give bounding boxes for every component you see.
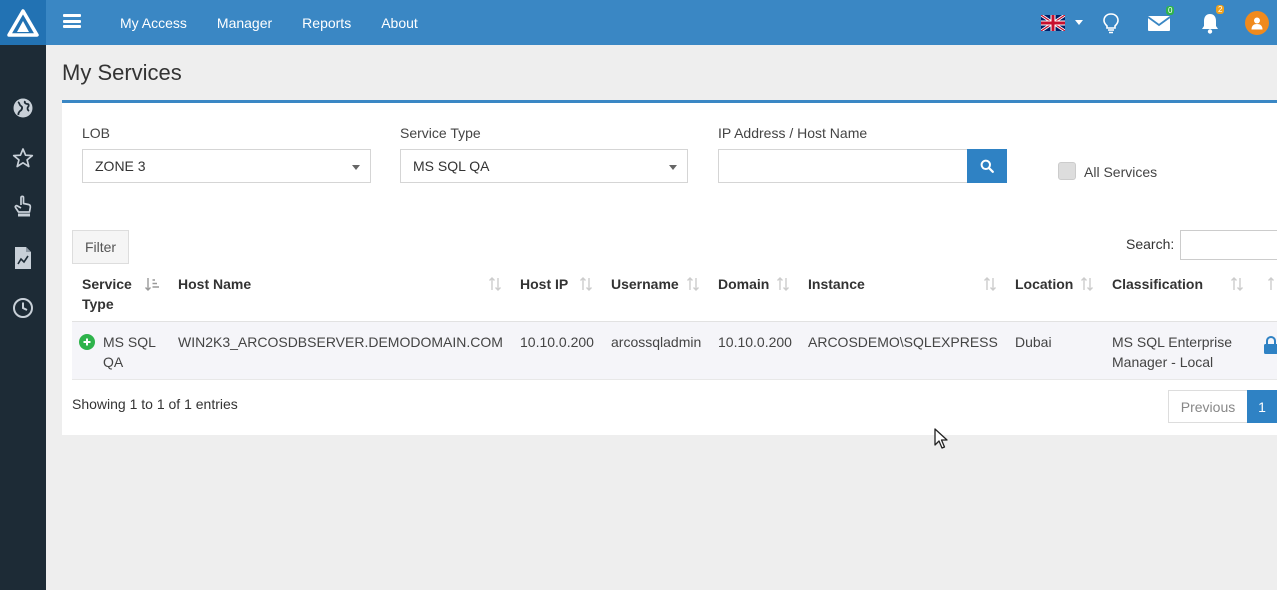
lightbulb-icon bbox=[1103, 12, 1119, 33]
app-logo[interactable] bbox=[0, 0, 46, 45]
messages-button[interactable]: 0 bbox=[1146, 0, 1175, 45]
notifications-button[interactable]: 2 bbox=[1198, 0, 1225, 45]
column-header-username[interactable]: Username bbox=[601, 266, 708, 322]
column-header-actions[interactable] bbox=[1252, 266, 1277, 322]
table-search-label: Search: bbox=[1126, 236, 1175, 252]
lob-label: LOB bbox=[82, 125, 111, 141]
pagination-info: Showing 1 to 1 of 1 entries bbox=[72, 396, 238, 412]
sort-asc-icon bbox=[145, 278, 159, 291]
sort-icon bbox=[1268, 277, 1274, 290]
user-menu[interactable] bbox=[1244, 0, 1270, 45]
sort-icon bbox=[777, 277, 789, 291]
clock-icon bbox=[13, 298, 33, 318]
nav-manager[interactable]: Manager bbox=[202, 15, 287, 31]
logo-triangle-icon bbox=[7, 8, 39, 37]
sidebar-item-globe[interactable] bbox=[0, 93, 46, 123]
lob-select-value: ZONE 3 bbox=[95, 158, 146, 174]
notification-count-badge: 2 bbox=[1216, 5, 1225, 14]
column-header-host-ip[interactable]: Host IP bbox=[510, 266, 601, 322]
all-services-checkbox[interactable] bbox=[1058, 162, 1076, 180]
table-search-input[interactable] bbox=[1180, 230, 1277, 260]
ip-host-label: IP Address / Host Name bbox=[718, 125, 868, 141]
caret-down-icon bbox=[669, 165, 677, 170]
sort-icon bbox=[687, 277, 699, 291]
sort-icon bbox=[489, 277, 501, 291]
ip-host-input[interactable] bbox=[718, 149, 968, 183]
tips-button[interactable] bbox=[1100, 0, 1122, 45]
search-button[interactable] bbox=[967, 149, 1007, 183]
nav-reports[interactable]: Reports bbox=[287, 15, 366, 31]
document-chart-icon bbox=[15, 247, 31, 269]
service-type-label: Service Type bbox=[400, 125, 481, 141]
sidebar-item-request[interactable] bbox=[0, 191, 46, 221]
header-actions: 0 2 bbox=[1020, 0, 1277, 45]
globe-icon bbox=[13, 98, 33, 118]
sidebar-item-reports[interactable] bbox=[0, 243, 46, 273]
top-navbar: My Access Manager Reports About 0 2 bbox=[0, 0, 1277, 45]
page-title: My Services bbox=[62, 60, 182, 85]
sidebar-item-history[interactable] bbox=[0, 293, 46, 323]
caret-down-icon bbox=[352, 165, 360, 170]
lob-select[interactable]: ZONE 3 bbox=[82, 149, 371, 183]
avatar bbox=[1245, 10, 1269, 35]
column-header-domain[interactable]: Domain bbox=[708, 266, 798, 322]
sort-icon bbox=[984, 277, 996, 291]
sidebar bbox=[0, 45, 46, 590]
previous-page-button[interactable]: Previous bbox=[1168, 390, 1248, 423]
cell-host-ip: 10.10.0.200 bbox=[520, 334, 594, 350]
column-header-classification[interactable]: Classification bbox=[1102, 266, 1252, 322]
all-services-label: All Services bbox=[1084, 164, 1158, 180]
menu-toggle-icon[interactable] bbox=[63, 12, 81, 30]
main-nav: My Access Manager Reports About bbox=[105, 0, 433, 45]
chevron-down-icon bbox=[1075, 20, 1083, 25]
sort-icon bbox=[1081, 277, 1093, 291]
sidebar-item-favorites[interactable] bbox=[0, 143, 46, 173]
cell-username: arcossqladmin bbox=[611, 334, 702, 350]
column-header-location[interactable]: Location bbox=[1005, 266, 1102, 322]
service-type-select-value: MS SQL QA bbox=[413, 158, 490, 174]
cell-classification: MS SQL Enterprise Manager - Local bbox=[1112, 334, 1233, 370]
nav-my-access[interactable]: My Access bbox=[105, 15, 202, 31]
column-header-host-name[interactable]: Host Name bbox=[168, 266, 510, 322]
mouse-cursor-icon bbox=[934, 428, 948, 449]
search-icon bbox=[980, 159, 994, 173]
star-icon bbox=[12, 148, 34, 168]
language-selector[interactable] bbox=[1034, 0, 1090, 45]
bell-icon bbox=[1202, 13, 1218, 34]
connect-icon[interactable] bbox=[1264, 335, 1277, 359]
page-1-button[interactable]: 1 bbox=[1247, 390, 1277, 423]
cell-host-name: WIN2K3_ARCOSDBSERVER.DEMODOMAIN.COM bbox=[178, 334, 503, 350]
mail-count-badge: 0 bbox=[1166, 6, 1175, 15]
table-row[interactable]: MS SQL QA WIN2K3_ARCOSDBSERVER.DEMODOMAI… bbox=[72, 322, 1277, 380]
add-circle-icon[interactable] bbox=[79, 334, 95, 350]
nav-about[interactable]: About bbox=[366, 15, 433, 31]
mail-icon bbox=[1147, 15, 1171, 31]
user-icon bbox=[1251, 17, 1263, 29]
filter-button[interactable]: Filter bbox=[72, 230, 129, 264]
sort-icon bbox=[580, 277, 592, 291]
cell-location: Dubai bbox=[1015, 334, 1052, 350]
cell-domain: 10.10.0.200 bbox=[718, 334, 792, 350]
column-header-instance[interactable]: Instance bbox=[798, 266, 1005, 322]
uk-flag-icon bbox=[1041, 14, 1065, 31]
cell-instance: ARCOSDEMO\SQLEXPRESS bbox=[808, 334, 998, 350]
cell-service-type: MS SQL QA bbox=[103, 334, 156, 370]
services-panel: LOB ZONE 3 Service Type MS SQL QA IP Add… bbox=[62, 100, 1277, 435]
hand-pointer-icon bbox=[14, 195, 32, 217]
sort-icon bbox=[1231, 277, 1243, 291]
column-header-service-type[interactable]: Service Type bbox=[72, 266, 168, 322]
service-type-select[interactable]: MS SQL QA bbox=[400, 149, 688, 183]
